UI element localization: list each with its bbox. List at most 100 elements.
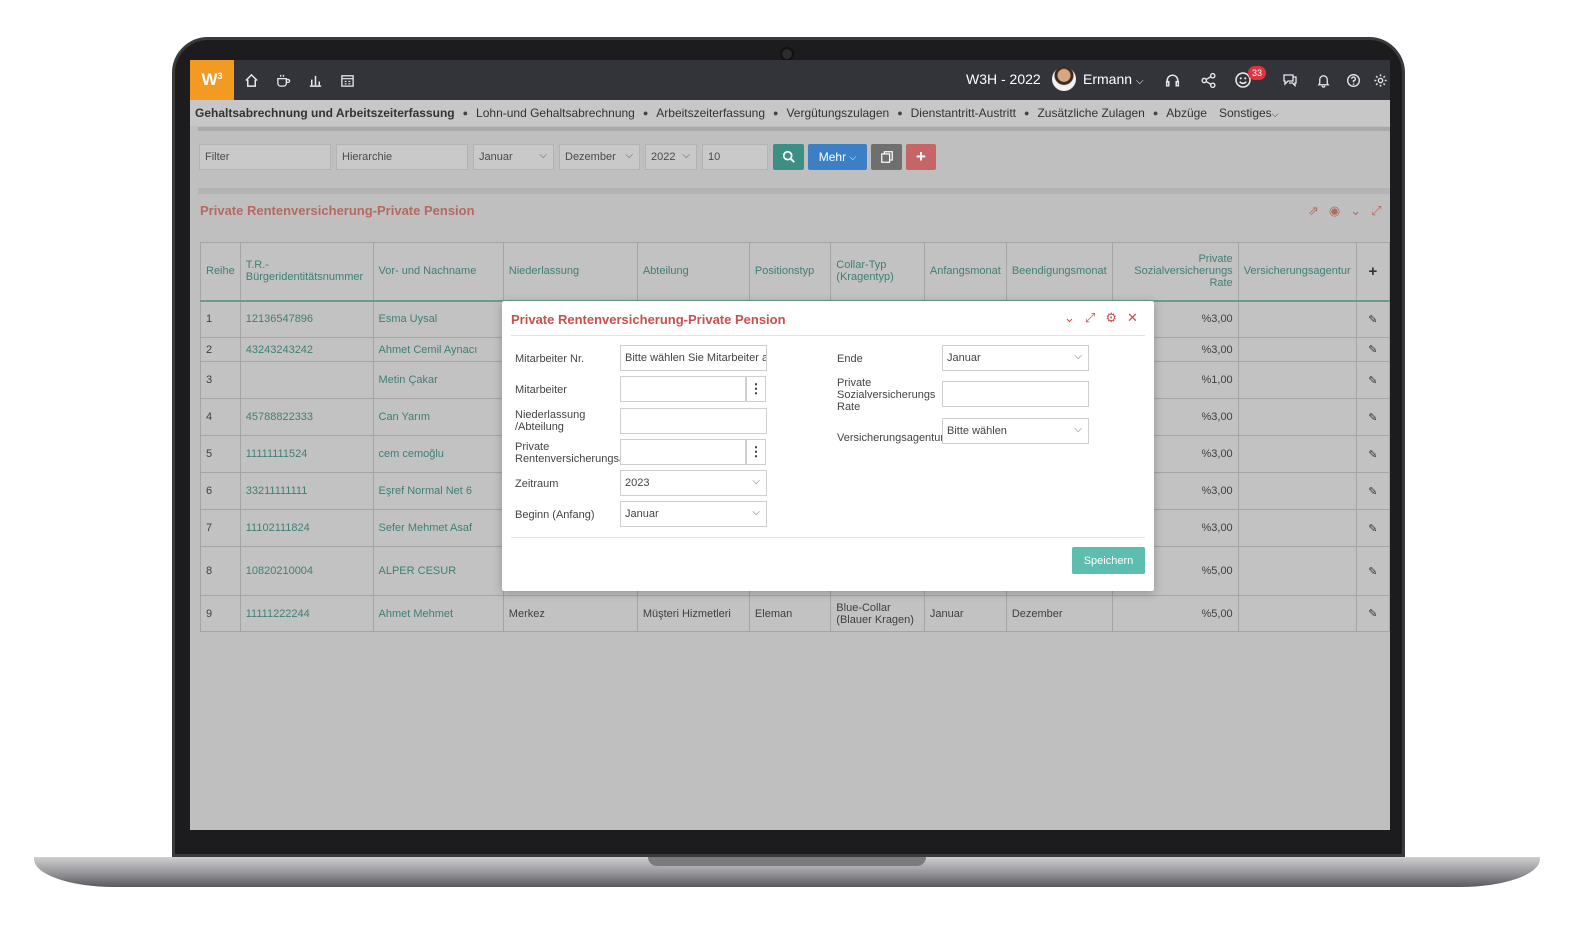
column-header[interactable]: Abteilung xyxy=(636,242,750,302)
menu-item-time-tracking[interactable]: Arbeitszeiterfassung xyxy=(656,106,765,120)
employee-picker-button[interactable]: ⋮ xyxy=(746,376,766,402)
gear-icon[interactable]: ⚙ xyxy=(1105,310,1117,326)
collapse-icon[interactable]: ⌄ xyxy=(1350,203,1361,219)
begin-select[interactable]: Januar ⌵ xyxy=(620,501,767,527)
table-cell-id[interactable]: 33211111111 xyxy=(239,472,374,510)
add-row-button[interactable]: + xyxy=(1355,242,1390,302)
column-header[interactable]: Private Sozialversicherungs Rate xyxy=(1111,242,1239,302)
table-cell-id[interactable]: 43243243242 xyxy=(239,337,374,362)
table-cell-name[interactable]: cem cemoğlu xyxy=(372,435,504,473)
home-icon[interactable] xyxy=(241,70,261,90)
table-cell-id[interactable] xyxy=(239,361,374,399)
count-input[interactable]: 10 xyxy=(702,144,768,170)
year-select[interactable]: 2022 ⌵ xyxy=(645,144,697,170)
branch-dept-field[interactable] xyxy=(620,408,767,434)
edit-button[interactable]: ✎ xyxy=(1355,472,1390,510)
hierarchy-input[interactable]: Hierarchie xyxy=(336,144,468,170)
copy-icon xyxy=(880,151,893,163)
chevron-down-icon: ⌵ xyxy=(1074,424,1082,435)
menu-item-allowances[interactable]: Vergütungszulagen xyxy=(786,106,889,120)
save-button[interactable]: Speichern xyxy=(1072,547,1145,574)
column-header[interactable]: Positionstyp xyxy=(748,242,832,302)
headset-icon[interactable] xyxy=(1162,70,1182,90)
table-cell-name[interactable]: Sefer Mehmet Asaf xyxy=(372,509,504,547)
pencil-icon: ✎ xyxy=(1368,313,1378,326)
table-cell-id[interactable]: 12136547896 xyxy=(239,300,374,338)
filter-input[interactable]: Filter xyxy=(199,144,331,170)
menu-item-extra-allowances[interactable]: Zusätzliche Zulagen xyxy=(1037,106,1144,120)
private-pension-field[interactable] xyxy=(620,439,746,465)
pencil-icon: ✎ xyxy=(1368,411,1378,424)
menu-item-payroll-time[interactable]: Gehaltsabrechnung und Arbeitszeiterfassu… xyxy=(195,106,455,120)
collapse-icon[interactable]: ⌄ xyxy=(1064,310,1075,326)
table-cell-id[interactable]: 11111111524 xyxy=(239,435,374,473)
table-cell-name[interactable]: Esma Uysal xyxy=(372,300,504,338)
table-cell-name[interactable]: Ahmet Mehmet xyxy=(372,595,504,632)
bell-icon[interactable] xyxy=(1313,70,1333,90)
end-label: Ende xyxy=(837,353,863,365)
table-cell-name[interactable]: ALPER CESUR xyxy=(372,546,504,596)
column-header[interactable]: T.R.-Bürgeridentitätsnummer xyxy=(239,242,374,302)
close-icon[interactable]: ✕ xyxy=(1127,310,1138,326)
column-header[interactable]: Versicherungsagentur xyxy=(1237,242,1357,302)
avatar[interactable] xyxy=(1052,67,1076,91)
edit-button[interactable]: ✎ xyxy=(1355,398,1390,436)
eye-icon[interactable]: ◉ xyxy=(1329,203,1340,219)
table-cell-name[interactable]: Eşref Normal Net 6 xyxy=(372,472,504,510)
employee-field[interactable] xyxy=(620,376,746,402)
chart-icon[interactable] xyxy=(305,70,325,90)
chevron-down-icon: ⌵ xyxy=(752,507,760,518)
edit-button[interactable]: ✎ xyxy=(1355,300,1390,338)
table-cell-id[interactable]: 11111222244 xyxy=(239,595,374,632)
table-cell-id[interactable]: 45788822333 xyxy=(239,398,374,436)
gear-icon[interactable] xyxy=(1370,70,1390,90)
start-month-select[interactable]: Januar ⌵ xyxy=(473,144,554,170)
camera-icon xyxy=(780,47,794,61)
calendar-icon[interactable] xyxy=(337,70,357,90)
edit-button[interactable]: ✎ xyxy=(1355,546,1390,596)
column-header[interactable]: Reihe xyxy=(200,242,241,302)
coffee-icon[interactable] xyxy=(273,70,293,90)
add-button[interactable]: + xyxy=(906,144,936,170)
table-cell-id[interactable]: 11102111824 xyxy=(239,509,374,547)
table-cell-n: 8 xyxy=(200,546,241,596)
rate-field[interactable] xyxy=(942,381,1089,407)
chat-icon[interactable] xyxy=(1280,70,1300,90)
table-row[interactable]: 9 11111222244 Ahmet Mehmet Merkez Müşteri Hi… xyxy=(200,595,1390,632)
share-icon[interactable] xyxy=(1198,70,1218,90)
expand-icon[interactable]: ⤢ xyxy=(1371,203,1381,219)
search-button[interactable] xyxy=(773,144,804,170)
edit-button[interactable]: ✎ xyxy=(1355,509,1390,547)
period-select[interactable]: 2023 ⌵ xyxy=(620,470,767,496)
column-header[interactable]: Beendigungsmonat xyxy=(1005,242,1113,302)
export-icon[interactable]: ⇗ xyxy=(1308,203,1319,219)
column-header[interactable]: Niederlassung xyxy=(502,242,638,302)
expand-icon[interactable]: ⤢ xyxy=(1085,310,1095,326)
table-cell-name[interactable]: Ahmet Cemil Aynacı xyxy=(372,337,504,362)
table-cell-name[interactable]: Metin Çakar xyxy=(372,361,504,399)
edit-button[interactable]: ✎ xyxy=(1355,337,1390,362)
end-month-select[interactable]: Dezember ⌵ xyxy=(559,144,640,170)
edit-button[interactable]: ✎ xyxy=(1355,435,1390,473)
column-header[interactable]: Vor- und Nachname xyxy=(372,242,504,302)
menu-item-deductions[interactable]: Abzüge xyxy=(1166,106,1207,120)
help-icon[interactable] xyxy=(1343,70,1363,90)
edit-button[interactable]: ✎ xyxy=(1355,361,1390,399)
pension-picker-button[interactable]: ⋮ xyxy=(746,439,766,465)
menu-item-payroll[interactable]: Lohn-und Gehaltsabrechnung xyxy=(476,106,635,120)
menu-item-entry-exit[interactable]: Dienstantritt-Austritt xyxy=(911,106,1016,120)
menu-item-other[interactable]: Sonstiges⌵ xyxy=(1219,106,1279,120)
table-cell-id[interactable]: 10820210004 xyxy=(239,546,374,596)
table-cell-name[interactable]: Can Yarım xyxy=(372,398,504,436)
table-cell-agency xyxy=(1237,300,1357,338)
app-logo[interactable]: W3 xyxy=(190,60,234,100)
more-button[interactable]: Mehr ⌵ xyxy=(808,144,867,170)
agency-select[interactable]: Bitte wählen ⌵ xyxy=(942,418,1089,444)
end-select[interactable]: Januar ⌵ xyxy=(942,345,1089,371)
user-menu[interactable]: Ermann ⌵ xyxy=(1083,71,1144,87)
column-header[interactable]: Collar-Typ (Kragentyp) xyxy=(830,242,925,302)
edit-button[interactable]: ✎ xyxy=(1355,595,1390,632)
employee-no-field[interactable]: Bitte wählen Sie Mitarbeiter a xyxy=(620,345,767,371)
column-header[interactable]: Anfangsmonat xyxy=(923,242,1007,302)
copy-button[interactable] xyxy=(871,144,902,170)
